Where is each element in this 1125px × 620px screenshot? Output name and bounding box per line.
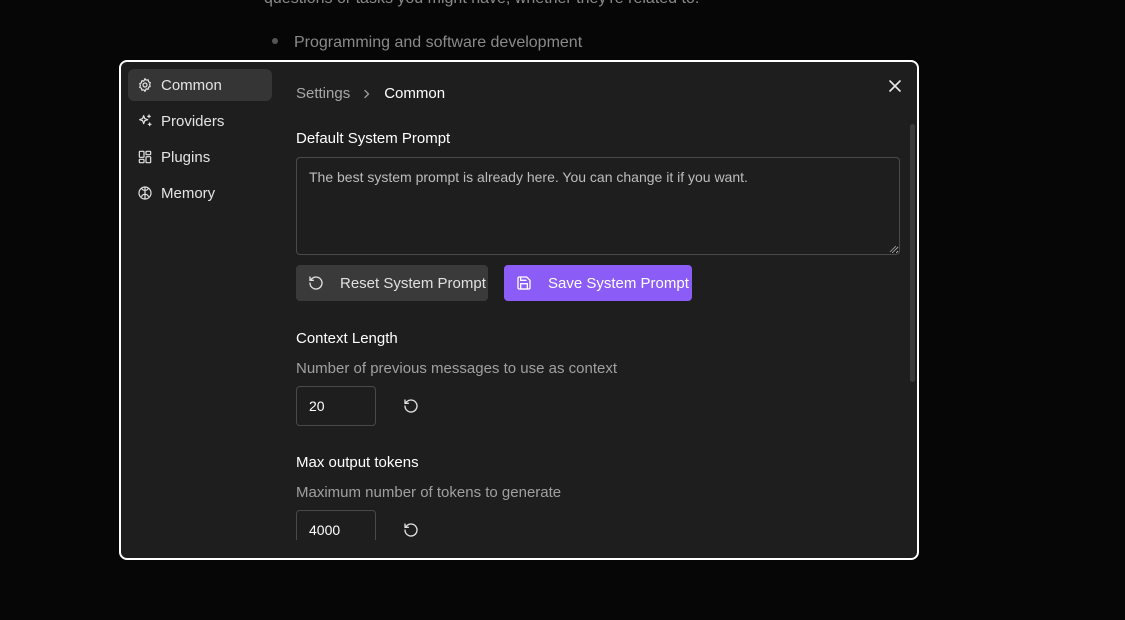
background-paragraph: questions or tasks you might have, wheth…	[264, 0, 699, 10]
context-length-description: Number of previous messages to use as co…	[296, 360, 617, 377]
breadcrumb-current: Common	[384, 85, 446, 102]
rotate-ccw-icon	[308, 275, 324, 291]
sidebar-item-plugins[interactable]: Plugins	[128, 141, 272, 173]
brain-icon	[137, 185, 153, 201]
grid-icon	[137, 149, 153, 165]
max-tokens-description: Maximum number of tokens to generate	[296, 484, 562, 501]
sidebar-item-providers[interactable]: Providers	[128, 105, 272, 137]
settings-sidebar: Common Providers Plugins Memory	[128, 69, 272, 213]
reset-context-length-button[interactable]	[402, 397, 420, 415]
sidebar-item-memory[interactable]: Memory	[128, 177, 272, 209]
gear-icon	[137, 77, 153, 93]
system-prompt-title: Default System Prompt	[296, 130, 451, 147]
chevron-right-icon	[362, 89, 372, 99]
save-system-prompt-label: Save System Prompt	[548, 274, 689, 292]
resize-grip-icon[interactable]	[889, 245, 897, 253]
sidebar-item-common[interactable]: Common	[128, 69, 272, 101]
breadcrumb-settings[interactable]: Settings	[296, 85, 350, 102]
context-length-title: Context Length	[296, 330, 398, 347]
sidebar-item-label: Memory	[161, 184, 216, 202]
reset-max-tokens-button[interactable]	[402, 521, 420, 539]
content-scrollbar[interactable]	[910, 124, 915, 382]
reset-system-prompt-label: Reset System Prompt	[340, 274, 486, 292]
settings-modal: Common Providers Plugins Memory Settings…	[119, 60, 919, 560]
max-tokens-title: Max output tokens	[296, 454, 419, 471]
save-system-prompt-button[interactable]: Save System Prompt	[504, 265, 692, 301]
rotate-ccw-icon	[404, 399, 418, 413]
context-length-input[interactable]: 20	[296, 386, 376, 426]
background-bullet-text: Programming and software development	[294, 34, 583, 51]
sparkles-icon	[137, 113, 153, 129]
sidebar-item-label: Providers	[161, 112, 225, 130]
settings-content: Settings Common Default System Prompt Th…	[296, 62, 904, 540]
rotate-ccw-icon	[404, 523, 418, 537]
background-bullet: Programming and software development	[272, 32, 582, 54]
system-prompt-textarea[interactable]: The best system prompt is already here. …	[296, 157, 900, 255]
breadcrumb: Settings Common	[296, 85, 445, 102]
sidebar-item-label: Plugins	[161, 148, 211, 166]
save-icon	[516, 275, 532, 291]
sidebar-item-label: Common	[161, 76, 222, 94]
bullet-dot	[272, 37, 278, 44]
max-tokens-input[interactable]: 4000	[296, 510, 376, 540]
reset-system-prompt-button[interactable]: Reset System Prompt	[296, 265, 488, 301]
